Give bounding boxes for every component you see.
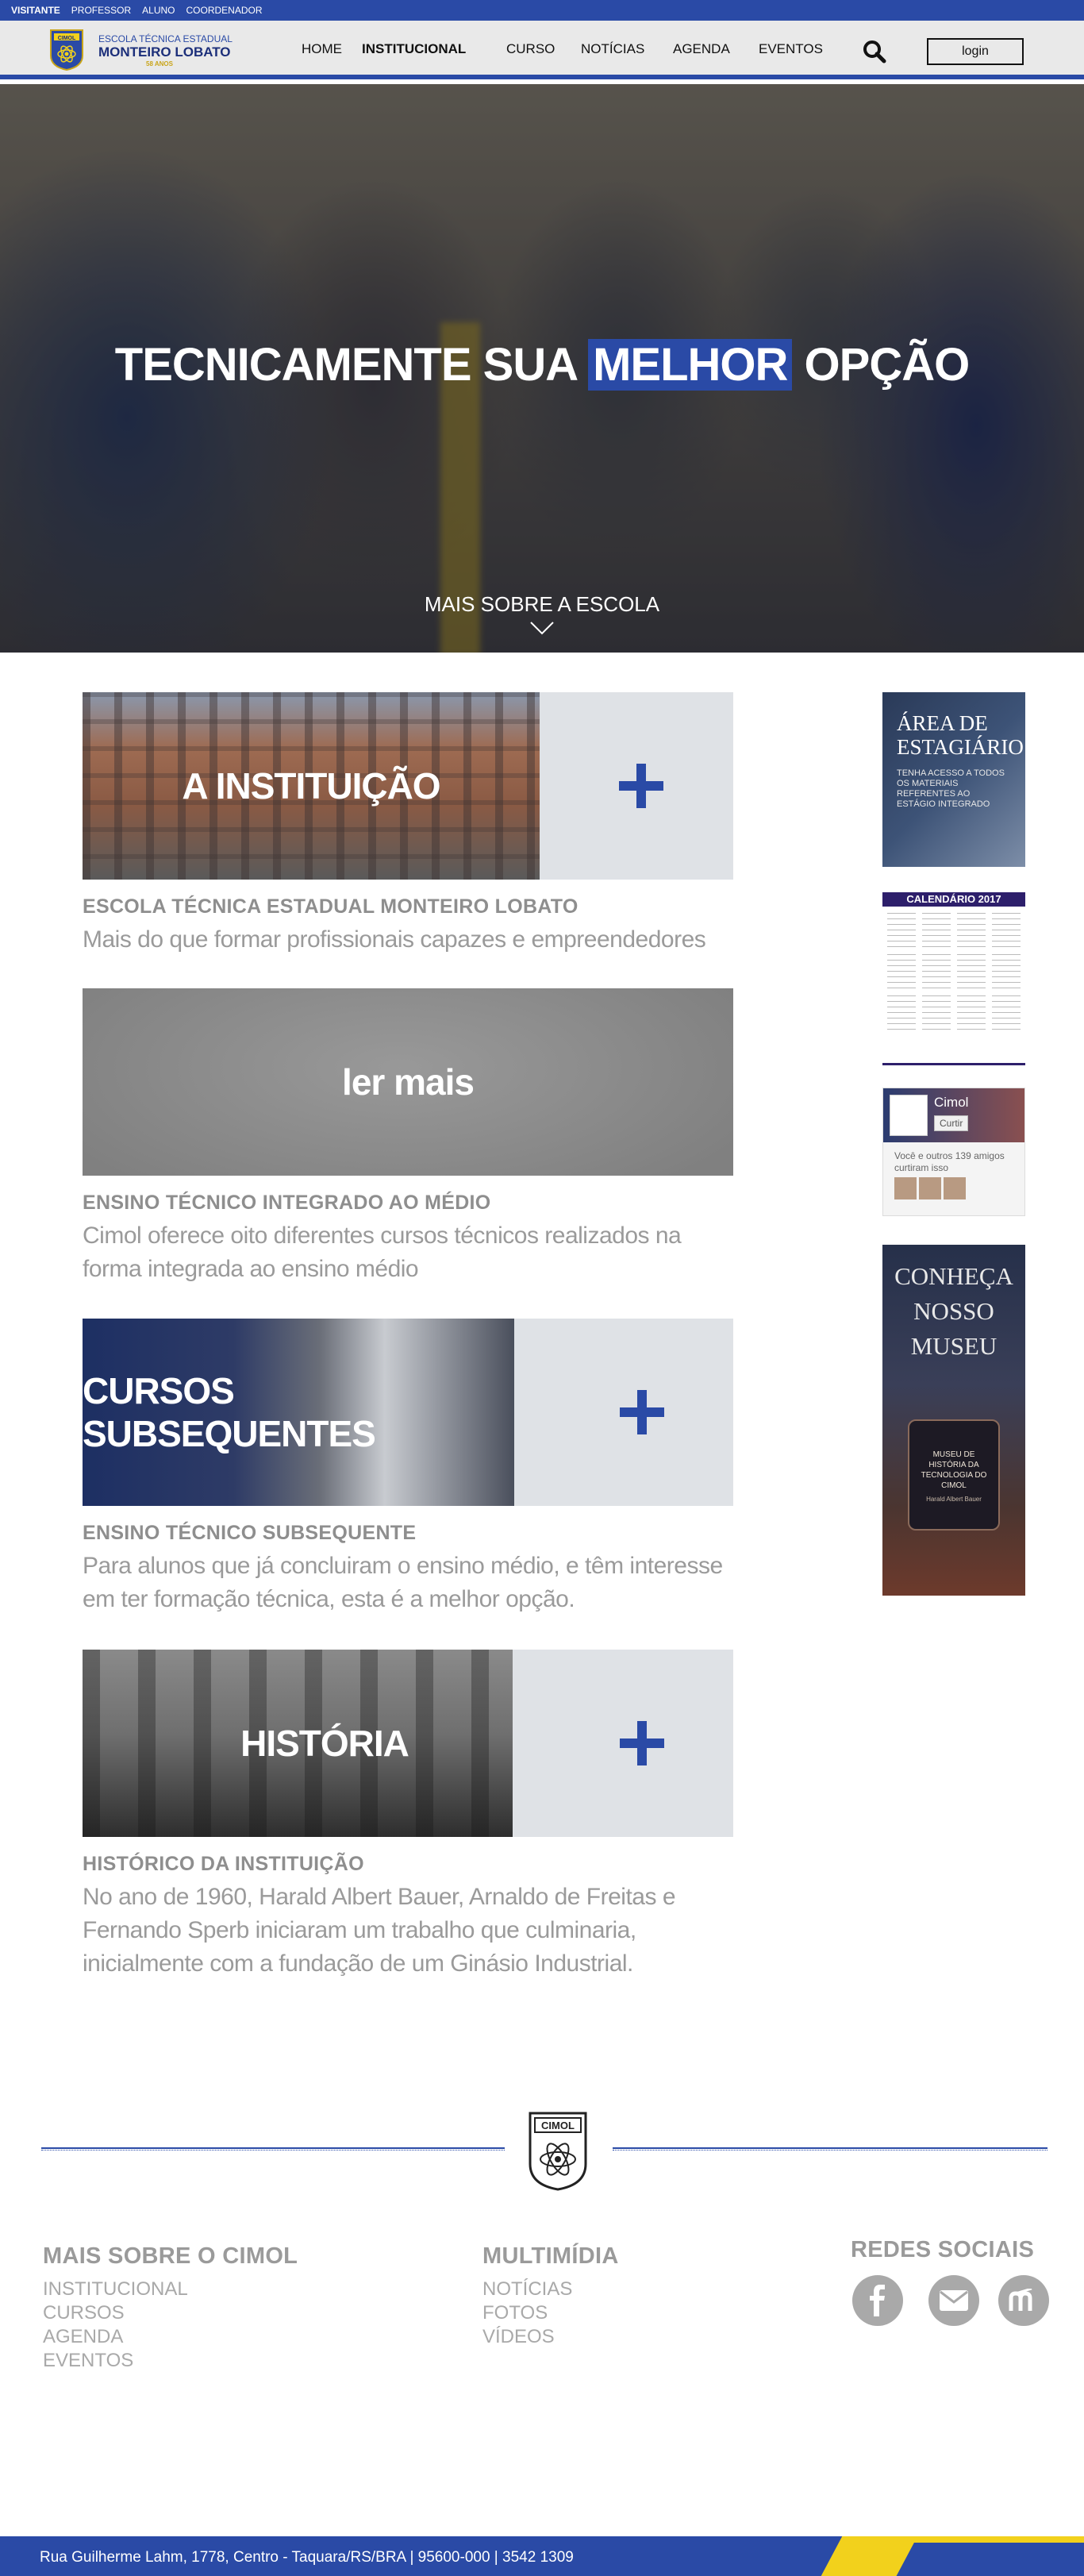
footer-divider-left: [41, 2147, 505, 2151]
footer-col-title: MULTIMÍDIA: [482, 2243, 619, 2269]
block-title: ESCOLA TÉCNICA ESTADUAL MONTEIRO LOBATO: [83, 895, 579, 918]
footer-link-agenda[interactable]: AGENDA: [43, 2325, 298, 2349]
menu-item-agenda[interactable]: AGENDA: [673, 41, 759, 57]
school-name-line2: MONTEIRO LOBATO: [98, 44, 231, 60]
footer-link-cursos[interactable]: CURSOS: [43, 2301, 298, 2325]
block-text: No ano de 1960, Harald Albert Bauer, Arn…: [83, 1884, 676, 1977]
footer-link-fotos[interactable]: FOTOS: [482, 2301, 619, 2325]
block-text: Para alunos que já concluiram o ensino m…: [83, 1553, 723, 1612]
hero-title-highlight: MELHOR: [588, 339, 793, 391]
calendar-grid: [882, 907, 1025, 1037]
hero-title-part2: OPÇÃO: [792, 339, 971, 391]
card-integrado[interactable]: ler mais: [83, 988, 733, 1176]
bottom-address-bar: Rua Guilherme Lahm, 1778, Centro - Taqua…: [0, 2536, 1084, 2576]
footer-logo[interactable]: CIMOL: [527, 2110, 589, 2193]
role-visitante[interactable]: VISITANTE: [11, 5, 60, 16]
museum-title: CONHEÇA NOSSO MUSEU: [894, 1262, 1013, 1360]
card-historia[interactable]: HISTÓRIA: [83, 1650, 733, 1837]
svg-text:CIMOL: CIMOL: [58, 36, 76, 41]
facebook-friends-faces: [883, 1177, 1024, 1199]
role-coordenador[interactable]: COORDENADOR: [186, 5, 262, 16]
facebook-like-button[interactable]: Curtir: [934, 1115, 969, 1131]
calendar-banner[interactable]: CALENDÁRIO 2017: [882, 892, 1025, 1065]
footer-link-noticias[interactable]: NOTÍCIAS: [482, 2278, 619, 2301]
search-icon[interactable]: [863, 40, 886, 64]
hero-title-part1: TECNICAMENTE SUA: [114, 339, 589, 391]
more-about-school-link[interactable]: MAIS SOBRE A ESCOLA: [0, 592, 1084, 617]
footer-divider-right: [613, 2147, 1047, 2151]
card-subsequentes[interactable]: CURSOS SUBSEQUENTES: [83, 1319, 733, 1506]
role-aluno[interactable]: ALUNO: [142, 5, 175, 16]
main-menu: HOME INSTITUCIONAL CURSO NOTÍCIAS AGENDA…: [302, 41, 838, 57]
card-caption: A INSTITUIÇÃO: [182, 765, 440, 807]
facebook-widget[interactable]: Cimol Curtir Você e outros 139 amigos cu…: [882, 1088, 1025, 1216]
block-title: HISTÓRICO DA INSTITUIÇÃO: [83, 1853, 364, 1875]
footer-link-institucional[interactable]: INSTITUCIONAL: [43, 2278, 298, 2301]
block-historia: HISTÓRIA HISTÓRICO DA INSTITUIÇÃO No ano…: [83, 1650, 733, 1981]
role-bar: VISITANTE PROFESSOR ALUNO COORDENADOR: [0, 0, 1084, 21]
mail-icon[interactable]: [928, 2275, 979, 2326]
estagio-text: TENHA ACESSO A TODOS OS MATERIAIS REFERE…: [897, 768, 1005, 809]
block-title: ENSINO TÉCNICO INTEGRADO AO MÉDIO: [83, 1192, 491, 1214]
footer-col-title: REDES SOCIAIS: [851, 2237, 1035, 2262]
facebook-page-avatar: [890, 1095, 928, 1136]
museum-badge: MUSEU DE HISTÓRIA DA TECNOLOGIA DO CIMOL…: [908, 1419, 1000, 1531]
footer-link-videos[interactable]: VÍDEOS: [482, 2325, 619, 2349]
school-address: Rua Guilherme Lahm, 1778, Centro - Taqua…: [40, 2549, 574, 2566]
block-text: Cimol oferece oito diferentes cursos téc…: [83, 1223, 682, 1282]
block-integrado: ler mais ENSINO TÉCNICO INTEGRADO AO MÉD…: [83, 988, 733, 1286]
svg-text:CIMOL: CIMOL: [541, 2120, 575, 2131]
facebook-likes-text: Você e outros 139 amigos curtiram isso: [894, 1150, 1005, 1173]
card-instituicao[interactable]: A INSTITUIÇÃO: [83, 692, 733, 880]
estagio-title: ÁREA DE ESTAGIÁRIO: [897, 711, 1024, 759]
menu-item-institucional[interactable]: INSTITUCIONAL: [362, 41, 506, 57]
card-caption: HISTÓRIA: [240, 1723, 409, 1764]
museum-badge-text: MUSEU DE HISTÓRIA DA TECNOLOGIA DO CIMOL: [921, 1450, 987, 1490]
chevron-down-icon[interactable]: [529, 621, 555, 635]
school-name-line1: ESCOLA TÉCNICA ESTADUAL: [98, 33, 233, 44]
menu-item-noticias[interactable]: NOTÍCIAS: [581, 41, 673, 57]
footer-link-eventos[interactable]: EVENTOS: [43, 2349, 298, 2373]
plus-icon[interactable]: [620, 1721, 664, 1765]
menu-item-curso[interactable]: CURSO: [506, 41, 581, 57]
museum-banner[interactable]: CONHEÇA NOSSO MUSEU MUSEU DE HISTÓRIA DA…: [882, 1245, 1025, 1596]
moodle-icon[interactable]: [998, 2275, 1049, 2326]
calendar-title: CALENDÁRIO 2017: [882, 892, 1025, 907]
plus-icon[interactable]: [620, 1390, 664, 1434]
block-instituicao: A INSTITUIÇÃO ESCOLA TÉCNICA ESTADUAL MO…: [83, 692, 733, 957]
menu-item-home[interactable]: HOME: [302, 41, 362, 57]
menu-item-eventos[interactable]: EVENTOS: [759, 41, 838, 57]
main-navbar: CIMOL ESCOLA TÉCNICA ESTADUAL MONTEIRO L…: [0, 21, 1084, 79]
block-title: ENSINO TÉCNICO SUBSEQUENTE: [83, 1522, 417, 1544]
hero-title: TECNICAMENTE SUA MELHOR OPÇÃO: [0, 338, 1084, 391]
school-logo[interactable]: CIMOL: [49, 29, 84, 71]
hero-banner: TECNICAMENTE SUA MELHOR OPÇÃO MAIS SOBRE…: [0, 84, 1084, 653]
role-professor[interactable]: PROFESSOR: [71, 5, 131, 16]
school-name: ESCOLA TÉCNICA ESTADUAL MONTEIRO LOBATO …: [98, 33, 233, 67]
estagio-banner[interactable]: ÁREA DE ESTAGIÁRIO TENHA ACESSO A TODOS …: [882, 692, 1025, 867]
facebook-page-name[interactable]: Cimol: [934, 1095, 968, 1111]
footer-col-social: REDES SOCIAIS: [851, 2237, 1034, 2263]
school-years: 58 ANOS: [146, 60, 173, 67]
read-more-link[interactable]: ler mais: [83, 988, 733, 1176]
footer-col-multimedia: MULTIMÍDIA NOTÍCIAS FOTOS VÍDEOS: [482, 2243, 619, 2349]
block-subsequentes: CURSOS SUBSEQUENTES ENSINO TÉCNICO SUBSE…: [83, 1319, 733, 1616]
footer-col-about: MAIS SOBRE O CIMOL INSTITUCIONAL CURSOS …: [43, 2243, 298, 2373]
card-caption: CURSOS SUBSEQUENTES: [83, 1370, 376, 1454]
login-button[interactable]: login: [927, 38, 1024, 65]
block-text: Mais do que formar profissionais capazes…: [83, 926, 706, 953]
facebook-icon[interactable]: [852, 2275, 903, 2326]
footer-col-title: MAIS SOBRE O CIMOL: [43, 2243, 298, 2269]
plus-icon[interactable]: [619, 764, 663, 808]
museum-badge-subtitle: Harald Albert Bauer: [926, 1496, 982, 1503]
